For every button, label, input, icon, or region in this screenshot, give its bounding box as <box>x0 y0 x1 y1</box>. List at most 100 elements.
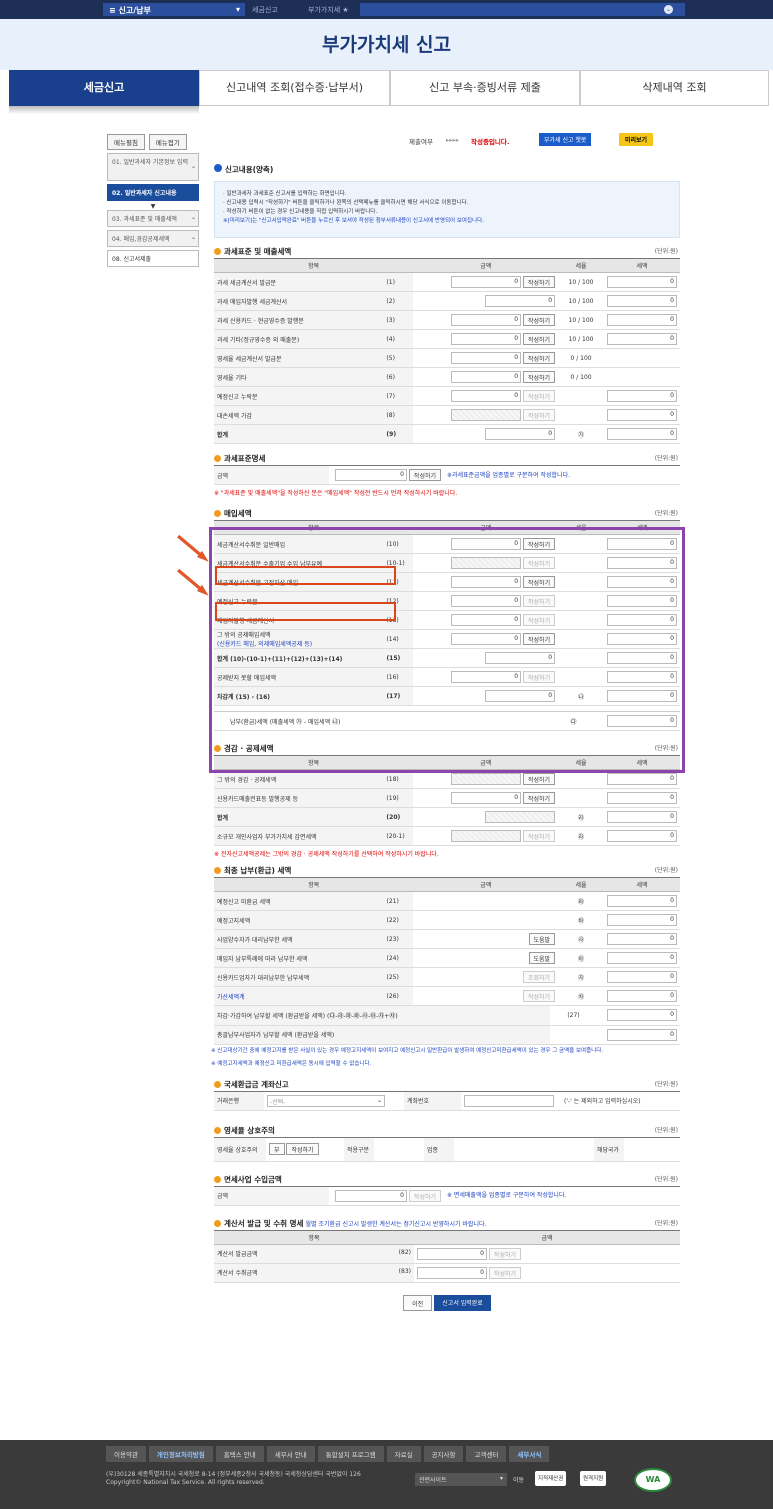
write-button[interactable]: 작성하기 <box>522 390 556 402</box>
nav-item-purchase-tax[interactable]: 04. 매입,경감공제세액 ⌄ <box>107 230 199 247</box>
footer-link[interactable]: 공지사항 <box>423 1446 464 1462</box>
write-button[interactable]: 작성하기 <box>488 1247 522 1260</box>
breadcrumb-1[interactable]: 세금신고 <box>252 5 278 15</box>
nav-item-report-content[interactable]: 02. 일반과세자 신고내용 <box>107 184 199 201</box>
related-sites-select[interactable]: 관련사이트 ▾ <box>415 1473 507 1486</box>
col-header: 항목 <box>214 258 414 273</box>
sales-tax-table: 항목 금액 세율 세액 과세 세금계산서 발급분 (1) 0 작성하기 10 / 100 0 과세… <box>214 258 680 444</box>
write-button[interactable]: 작성하기 <box>522 333 556 345</box>
prev-button[interactable]: 이전 <box>403 1294 433 1311</box>
amount-input[interactable]: 0 <box>451 276 522 288</box>
tax-input[interactable]: 0 <box>607 409 677 421</box>
amount-input[interactable]: 0 <box>485 295 556 307</box>
move-button[interactable]: 이동 <box>513 1475 524 1484</box>
footer-link[interactable]: 고객센터 <box>466 1446 507 1462</box>
menu-button[interactable]: ≡ 신고/납부 ▾ <box>103 3 245 16</box>
amount-input[interactable]: 0 <box>417 1266 487 1279</box>
menu-collapse-button[interactable]: 메뉴접기 <box>148 134 187 150</box>
tax-input[interactable]: 0 <box>607 895 677 907</box>
write-button[interactable]: 작성하기 <box>408 469 442 481</box>
help-button[interactable]: 도움말 <box>528 952 556 964</box>
amount-input[interactable]: 0 <box>451 352 522 364</box>
footer-link[interactable]: 자료실 <box>386 1446 421 1462</box>
bank-select[interactable]: -선택- ⌄ <box>267 1094 385 1107</box>
write-button[interactable]: 작성하기 <box>522 990 556 1002</box>
write-button[interactable]: 작성하기 <box>523 830 556 842</box>
section-header: 계산서 발급 및 수취 명세 월별 조기환급 신고시 발생한 계산서는 정기신고… <box>214 1218 680 1230</box>
footer-link[interactable]: 세무서 안내 <box>266 1446 315 1462</box>
status-state: 작성중입니다. <box>471 138 510 146</box>
tax-input[interactable]: 0 <box>607 1009 677 1022</box>
footer-link[interactable]: 개인정보처리방침 <box>148 1446 213 1462</box>
write-button[interactable]: 작성하기 <box>522 409 556 421</box>
tax-input[interactable]: 0 <box>607 1028 677 1041</box>
row-label: 가산세액계 <box>214 986 384 1006</box>
tax-input[interactable]: 0 <box>607 792 677 804</box>
ip-badge[interactable]: 지적재산권 <box>535 1471 567 1486</box>
tab-deleted[interactable]: 삭제내역 조회 <box>580 70 769 106</box>
chatbot-button[interactable]: 부가세 신고 챗봇 <box>539 133 592 146</box>
tax-input[interactable]: 0 <box>607 314 677 326</box>
breadcrumb-2[interactable]: 부가가치세 ★ <box>308 5 349 15</box>
rate-cell: ㉵ <box>558 948 604 968</box>
amount-input[interactable]: 0 <box>485 428 556 440</box>
write-button[interactable]: 작성하기 <box>522 371 556 383</box>
complete-button[interactable]: 신고서 입력완료 <box>434 1294 491 1311</box>
amount-input[interactable]: 0 <box>335 1189 407 1202</box>
chevron-down-icon[interactable]: ⌄ <box>664 5 673 14</box>
write-button[interactable]: 작성하기 <box>522 352 556 364</box>
write-button[interactable]: 작성하기 <box>286 1143 319 1155</box>
inquire-button[interactable]: 조회하기 <box>522 971 556 983</box>
footer-link[interactable]: 통합설치 프로그램 <box>317 1446 384 1462</box>
write-button[interactable]: 작성하기 <box>408 1189 442 1202</box>
table-row: 예정신고 미환급 세액 (21) ㉲ 0 <box>214 891 680 911</box>
row-label: 대손세액 가감 <box>214 405 384 425</box>
tax-input[interactable]: 0 <box>607 811 677 823</box>
write-button[interactable]: 작성하기 <box>523 773 556 785</box>
tab-attachments[interactable]: 신고 부속·증빙서류 제출 <box>390 70 580 106</box>
footer-link[interactable]: 이용약관 <box>106 1446 146 1462</box>
tab-history[interactable]: 신고내역 조회(접수증·납부서) <box>199 70 390 106</box>
nav-item-submit[interactable]: 08. 신고서제출 <box>107 250 199 267</box>
footer-link[interactable]: 세무서식 <box>509 1446 550 1462</box>
tax-input[interactable]: 0 <box>607 295 677 307</box>
amount-input[interactable]: 0 <box>451 792 522 804</box>
amount-input[interactable]: 0 <box>451 390 522 402</box>
rate-cell: 0 / 100 <box>558 367 604 387</box>
amount-input[interactable]: 0 <box>417 1247 487 1260</box>
invoice-table: 항목 금액 계산서 발급금액 (82) 0 작성하기 계산서 수취금액 (83) 0 작성하… <box>214 1229 680 1283</box>
tax-input[interactable]: 0 <box>607 971 677 983</box>
remote-support-badge[interactable]: 원격지원 <box>580 1471 607 1486</box>
tab-tax-report[interactable]: 세금신고 <box>9 70 199 106</box>
col-header: 세율 <box>558 877 604 892</box>
menu-expand-button[interactable]: 메뉴펼침 <box>107 134 145 150</box>
account-input[interactable] <box>464 1094 554 1107</box>
tax-input[interactable]: 0 <box>607 276 677 288</box>
tax-input[interactable]: 0 <box>607 990 677 1002</box>
amount-input[interactable]: 0 <box>335 469 407 481</box>
tax-input[interactable]: 0 <box>607 914 677 926</box>
amount-input[interactable]: 0 <box>451 371 522 383</box>
tax-input[interactable]: 0 <box>607 952 677 964</box>
amount-input[interactable]: 0 <box>451 333 522 345</box>
write-button[interactable]: 작성하기 <box>488 1266 522 1279</box>
help-button[interactable]: 도움말 <box>528 933 556 945</box>
nav-item-sales-tax[interactable]: 03. 과세표준 및 매출세액 ⌄ <box>107 210 199 227</box>
amount-input <box>451 830 522 842</box>
tax-input[interactable]: 0 <box>607 390 677 402</box>
nav-item-basic-info[interactable]: 01. 일반과세자 기본정보 입력 ⌄ <box>107 153 199 181</box>
write-button[interactable]: 작성하기 <box>523 792 556 804</box>
bullet-icon <box>214 1080 221 1088</box>
write-button[interactable]: 작성하기 <box>522 276 556 288</box>
preview-button[interactable]: 미리보기 <box>619 133 654 146</box>
row-label: 과세 매입자발행 세금계산서 <box>214 291 384 311</box>
tax-input[interactable]: 0 <box>607 773 677 785</box>
tax-input[interactable]: 0 <box>607 428 677 440</box>
tax-input[interactable]: 0 <box>607 333 677 345</box>
tax-input[interactable]: 0 <box>607 933 677 945</box>
tax-input[interactable]: 0 <box>607 830 677 842</box>
rate-cell: ㉲ <box>558 891 604 911</box>
write-button[interactable]: 작성하기 <box>522 314 556 326</box>
footer-link[interactable]: 홈택스 안내 <box>215 1446 264 1462</box>
amount-input[interactable]: 0 <box>451 314 522 326</box>
